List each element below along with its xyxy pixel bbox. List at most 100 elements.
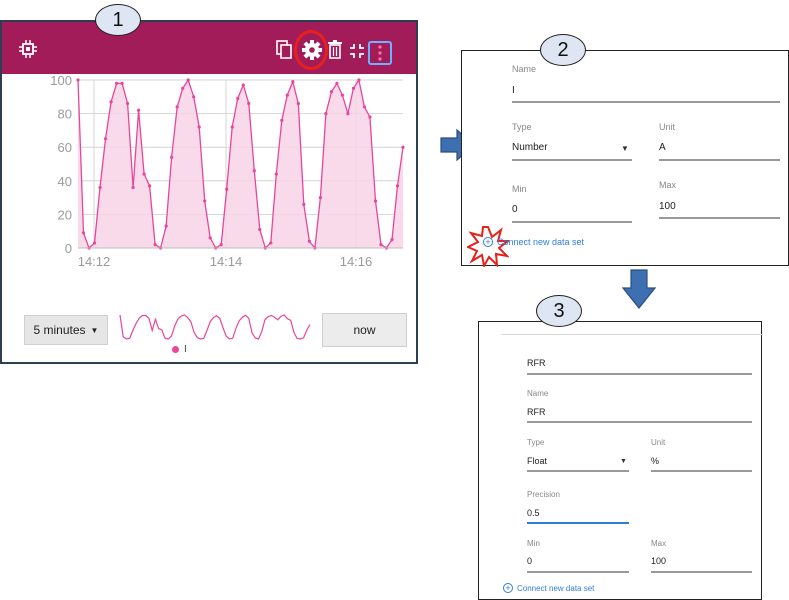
data-point (241, 83, 245, 87)
data-point (318, 196, 322, 200)
name-underline (527, 421, 752, 423)
arrow-down (622, 269, 656, 309)
data-point (219, 243, 223, 247)
name-field[interactable]: I (512, 85, 515, 96)
data-point (175, 105, 179, 109)
time-range-label: 5 minutes (33, 323, 86, 337)
data-point (291, 80, 295, 84)
min-label: Min (527, 539, 540, 548)
data-point (302, 202, 306, 206)
sparkline-navigator[interactable] (118, 312, 312, 342)
max-label: Max (651, 539, 667, 548)
connect-data-set-link[interactable]: + Connect new data set (503, 583, 594, 593)
step-badge-3: 3 (536, 295, 582, 327)
data-point (395, 184, 400, 188)
data-point (98, 185, 102, 190)
data-point (269, 241, 273, 245)
data-point (307, 239, 311, 243)
precision-label: Precision (527, 490, 560, 499)
name-field[interactable]: RFR (527, 407, 546, 417)
data-point (181, 86, 185, 90)
data-point (285, 93, 289, 97)
data-point (258, 227, 262, 232)
data-point (103, 137, 108, 141)
top-field[interactable]: RFR (527, 358, 546, 368)
data-point (379, 243, 383, 247)
data-point (76, 78, 80, 82)
more-vert-icon[interactable] (377, 44, 383, 62)
data-point (274, 172, 278, 176)
max-label: Max (659, 180, 677, 190)
type-underline (527, 470, 629, 472)
min-field[interactable]: 0 (512, 204, 518, 215)
legend-marker (172, 346, 179, 353)
min-label: Min (512, 184, 527, 194)
type-label: Type (527, 438, 545, 447)
data-point (142, 172, 146, 176)
widget-panel: 100 80 60 40 20 0 14:12 14:14 14:16 5 minutes ▼ … (0, 20, 418, 364)
data-point (362, 105, 367, 109)
type-caret-icon: ▼ (621, 144, 629, 153)
name-label: Name (527, 389, 549, 398)
type-select[interactable]: Number (512, 142, 548, 153)
unit-label: Unit (651, 438, 666, 447)
data-point (208, 236, 212, 240)
legend-label: I (184, 344, 187, 355)
data-point (401, 145, 405, 149)
step-badge-2: 2 (540, 34, 586, 66)
max-field[interactable]: 100 (651, 556, 666, 566)
dropdown-caret-icon: ▼ (90, 325, 99, 335)
copy-icon[interactable] (276, 40, 292, 60)
data-point (131, 185, 135, 190)
type-select[interactable]: Float (527, 456, 547, 466)
data-point (346, 112, 350, 116)
data-point (247, 101, 251, 106)
sparkline-path (119, 314, 311, 340)
data-point (125, 101, 130, 106)
connect-data-set-link[interactable]: + Connect new data set (483, 237, 584, 247)
unit-field[interactable]: % (651, 456, 659, 466)
type-label: Type (512, 122, 532, 132)
data-point (92, 241, 97, 245)
unit-field[interactable]: A (659, 142, 666, 153)
data-point (192, 95, 196, 99)
data-point (230, 125, 234, 129)
data-point (236, 96, 240, 101)
data-point (351, 86, 356, 90)
precision-underline (527, 522, 629, 524)
y-tick-label: 0 (65, 241, 72, 256)
precision-field[interactable]: 0.5 (527, 508, 540, 518)
data-point (148, 184, 152, 188)
unit-underline (651, 470, 752, 472)
now-button[interactable]: now (322, 313, 407, 347)
x-tick-label: 14:12 (78, 254, 111, 269)
x-tick-label: 14:14 (210, 254, 243, 269)
x-tick-label: 14:16 (340, 254, 373, 269)
data-point (373, 199, 378, 203)
data-point (324, 112, 328, 116)
data-point (225, 187, 229, 191)
add-circle-icon: + (503, 583, 513, 593)
y-tick-label: 20 (58, 207, 72, 222)
max-field[interactable]: 100 (659, 201, 676, 212)
min-underline (512, 221, 632, 223)
settings-highlight (294, 30, 328, 70)
data-point (197, 125, 201, 129)
data-point (329, 90, 333, 94)
legend[interactable]: I (172, 344, 187, 355)
time-range-select[interactable]: 5 minutes ▼ (24, 315, 108, 345)
collapse-icon[interactable] (349, 43, 365, 59)
series-area (78, 80, 403, 248)
step-badge-1: 1 (95, 4, 141, 36)
top-divider (501, 334, 763, 335)
min-underline (527, 571, 629, 573)
data-point (153, 243, 157, 247)
max-underline (651, 571, 752, 573)
connect-label: Connect new data set (497, 237, 585, 247)
settings-panel-float: RFR Name RFR Type Float ▼ Unit % Precisi… (478, 321, 763, 600)
data-point (109, 100, 113, 104)
trash-icon[interactable] (327, 40, 343, 60)
min-field[interactable]: 0 (527, 556, 532, 566)
connect-label: Connect new data set (517, 583, 595, 593)
type-caret-icon: ▼ (620, 458, 627, 465)
